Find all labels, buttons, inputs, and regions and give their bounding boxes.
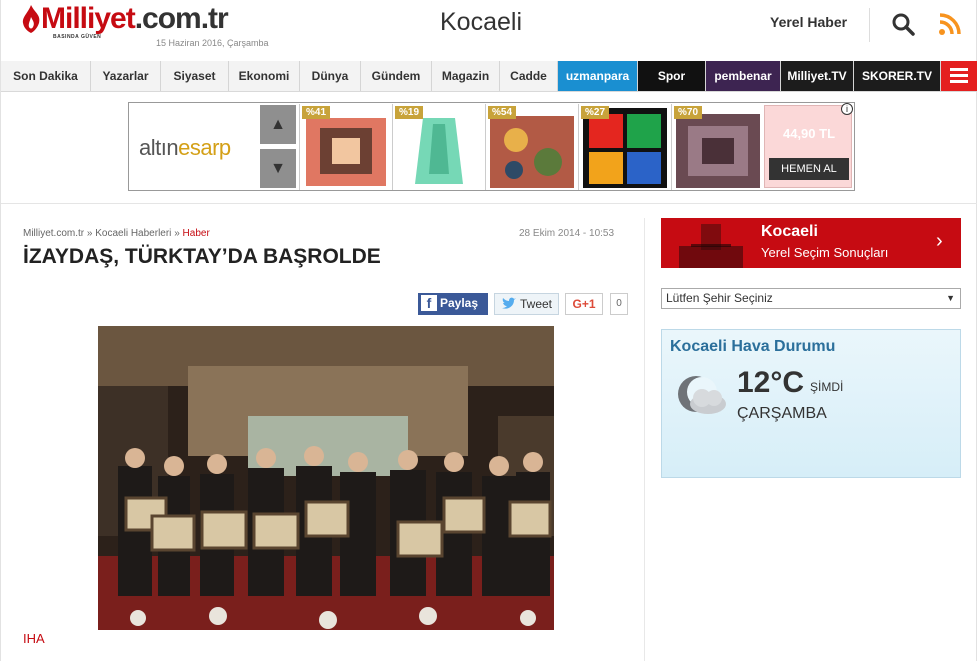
page: Milliyet.com.tr BASINDA GÜVEN 15 Haziran… — [0, 0, 977, 661]
ad-tile-3[interactable]: %54 — [485, 104, 577, 190]
nav-uzmanpara[interactable]: uzmanpara — [558, 61, 638, 91]
nav-ekonomi[interactable]: Ekonomi — [229, 61, 300, 91]
nav-siyaset[interactable]: Siyaset — [161, 61, 229, 91]
ad-next-button[interactable]: ▼ — [260, 149, 296, 188]
facebook-share-button[interactable]: f Paylaş — [418, 293, 488, 315]
discount-badge: %54 — [488, 106, 517, 119]
discount-badge: %41 — [302, 106, 331, 119]
ad-tile-2[interactable]: %19 — [392, 104, 484, 190]
ad-brand-b: esarp — [178, 135, 231, 160]
ad-tile-4[interactable]: %27 — [578, 104, 670, 190]
article-source: IHA — [23, 631, 45, 646]
weather-now-label: ŞİMDİ — [810, 380, 844, 394]
nav-magazin[interactable]: Magazin — [432, 61, 500, 91]
gplus-count: 0 — [610, 293, 628, 315]
chevron-down-icon: ▼ — [946, 293, 955, 303]
flame-icon — [22, 5, 40, 33]
election-results-banner[interactable]: Kocaeli Yerel Seçim Sonuçları › — [661, 218, 961, 268]
breadcrumb-current: Haber — [182, 228, 210, 239]
election-city: Kocaeli — [761, 223, 818, 240]
weather-day: ÇARŞAMBA — [737, 405, 827, 422]
ad-brand-a: altın — [139, 135, 179, 160]
tweet-button[interactable]: Tweet — [494, 293, 559, 315]
header-date: 15 Haziran 2016, Çarşamba — [156, 38, 269, 48]
breadcrumb-home[interactable]: Milliyet.com.tr — [23, 228, 84, 239]
article-title: İZAYDAŞ, TÜRKTAY’DA BAŞROLDE — [23, 245, 381, 268]
city-select[interactable]: Lütfen Şehir Seçiniz ▼ — [661, 288, 961, 309]
weather-widget: Kocaeli Hava Durumu 12°C ŞİMDİ ÇARŞAMBA — [661, 329, 961, 478]
nav-yazarlar[interactable]: Yazarlar — [91, 61, 161, 91]
buy-now-button[interactable]: HEMEN AL — [769, 158, 849, 180]
breadcrumb-separator: » — [174, 228, 180, 239]
main-nav: Son Dakika Yazarlar Siyaset Ekonomi Düny… — [1, 61, 977, 92]
site-header: Milliyet.com.tr BASINDA GÜVEN 15 Haziran… — [1, 0, 977, 62]
ad-info-icon[interactable]: i — [841, 103, 853, 115]
ad-banner[interactable]: altınesarp ▲ ▼ %41 %19 %54 %27 %70 44,90… — [128, 102, 855, 191]
nav-pembenar[interactable]: pembenar — [706, 61, 781, 91]
cloudy-night-icon — [678, 376, 726, 414]
breadcrumb: Milliyet.com.tr » Kocaeli Haberleri » Ha… — [23, 228, 210, 239]
logo-main: Milliyet — [41, 2, 136, 35]
hamburger-icon — [950, 68, 968, 83]
article-date: 28 Ekim 2014 - 10:53 — [519, 228, 615, 239]
weather-temperature: 12°C — [737, 366, 805, 399]
page-title: Kocaeli — [440, 8, 522, 36]
ad-price-box[interactable]: 44,90 TL HEMEN AL — [764, 105, 852, 188]
weather-title: Kocaeli Hava Durumu — [670, 338, 836, 355]
logo-tld: .com.tr — [134, 2, 229, 35]
menu-button[interactable] — [941, 61, 977, 91]
article-photo[interactable] — [98, 326, 554, 630]
local-news-link[interactable]: Yerel Haber — [770, 14, 847, 30]
breadcrumb-kocaeli[interactable]: Kocaeli Haberleri — [95, 228, 171, 239]
twitter-icon — [502, 297, 516, 309]
section-divider — [1, 203, 977, 204]
ad-price: 44,90 TL — [782, 126, 836, 141]
gplus-button[interactable]: G+1 — [565, 293, 603, 315]
ballot-box-icon — [679, 224, 743, 268]
nav-gundem[interactable]: Gündem — [361, 61, 432, 91]
nav-dunya[interactable]: Dünya — [300, 61, 361, 91]
tweet-label: Tweet — [520, 297, 553, 311]
facebook-share-label: Paylaş — [440, 296, 479, 310]
chevron-right-icon: › — [936, 230, 943, 252]
ad-tile-5[interactable]: %70 — [671, 104, 763, 190]
nav-spor[interactable]: Spor — [638, 61, 706, 91]
nav-milliyet-tv[interactable]: Milliyet.TV — [781, 61, 854, 91]
nav-son-dakika[interactable]: Son Dakika — [1, 61, 91, 91]
search-icon[interactable] — [891, 12, 915, 36]
logo-tagline: BASINDA GÜVEN — [53, 34, 102, 40]
ad-brand: altınesarp — [139, 135, 231, 161]
column-divider — [644, 218, 645, 661]
city-select-value: Lütfen Şehir Seçiniz — [666, 291, 773, 305]
rss-icon[interactable] — [938, 12, 962, 36]
ad-tile-1[interactable]: %41 — [299, 104, 391, 190]
discount-badge: %19 — [395, 106, 424, 119]
election-subtitle: Yerel Seçim Sonuçları — [761, 245, 889, 260]
ad-prev-button[interactable]: ▲ — [260, 105, 296, 144]
ceremony-photo — [98, 326, 554, 630]
breadcrumb-separator: » — [86, 228, 93, 239]
nav-skorer-tv[interactable]: SKORER.TV — [854, 61, 941, 91]
facebook-icon: f — [421, 295, 437, 311]
nav-cadde[interactable]: Cadde — [500, 61, 558, 91]
discount-badge: %70 — [674, 106, 703, 119]
discount-badge: %27 — [581, 106, 610, 119]
header-divider — [869, 8, 870, 42]
